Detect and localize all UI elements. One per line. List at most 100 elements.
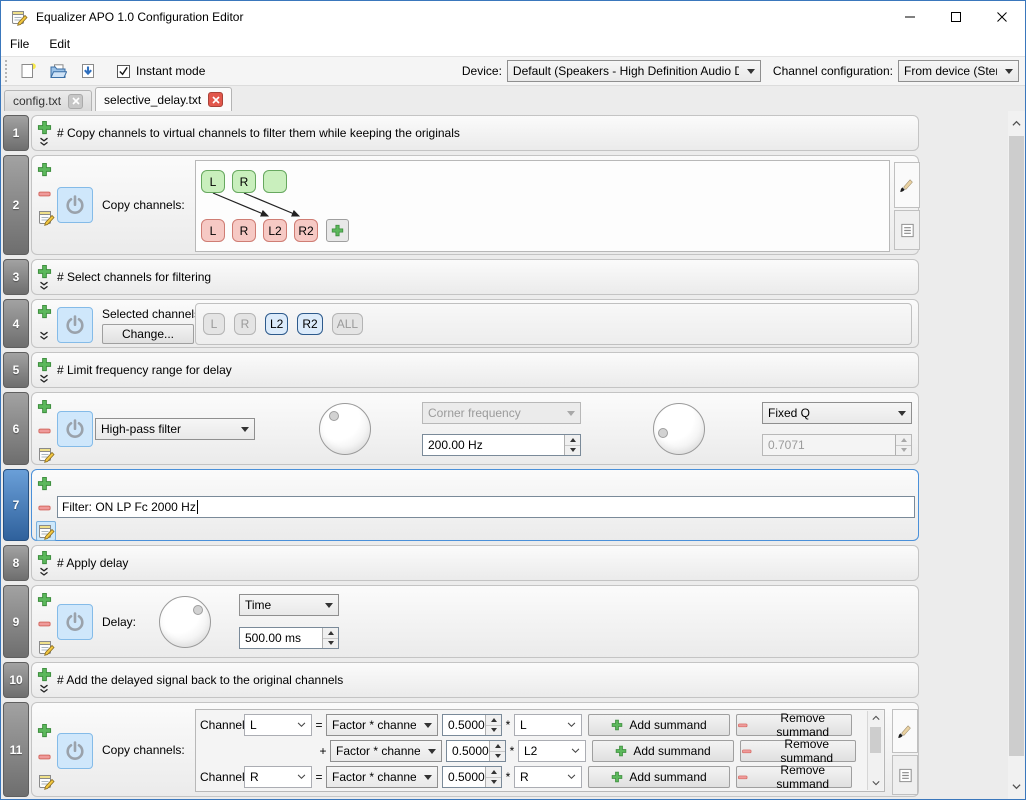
row-panel-command-edit[interactable]: Filter: ON LP Fc 2000 Hz <box>31 469 919 541</box>
device-select[interactable]: Default (Speakers - High Definition Audi… <box>507 60 761 82</box>
tab-close-icon[interactable] <box>208 92 223 107</box>
minimize-button[interactable] <box>887 1 933 33</box>
collapse-icon[interactable] <box>39 567 49 577</box>
row-number[interactable]: 4 <box>3 299 29 348</box>
instant-mode-checkbox[interactable] <box>117 65 130 78</box>
factor-spinbox[interactable]: 0.5000 <box>442 714 502 736</box>
row-number[interactable]: 5 <box>3 352 29 388</box>
command-input[interactable]: Filter: ON LP Fc 2000 Hz <box>57 496 915 518</box>
instant-mode-toggle[interactable]: Instant mode <box>117 64 205 78</box>
spinner-buttons[interactable] <box>485 767 501 787</box>
remove-row-icon[interactable] <box>37 500 52 515</box>
remove-row-icon[interactable] <box>37 186 52 201</box>
row-panel-comment[interactable]: # Copy channels to virtual channels to f… <box>31 115 919 151</box>
list-view-button[interactable] <box>894 210 920 250</box>
remove-row-icon[interactable] <box>37 749 52 764</box>
row-number[interactable]: 8 <box>3 545 29 581</box>
channel-option-selected[interactable]: R2 <box>297 313 322 335</box>
list-view-button[interactable] <box>892 755 918 795</box>
new-file-button[interactable] <box>14 58 41 84</box>
row-panel-comment[interactable]: # Limit frequency range for delay <box>31 352 919 388</box>
add-row-icon[interactable] <box>37 550 52 565</box>
add-row-icon[interactable] <box>37 264 52 279</box>
filter-type-select[interactable]: High-pass filter <box>95 418 255 440</box>
add-summand-button[interactable]: Add summand <box>588 766 730 788</box>
row-number[interactable]: 2 <box>3 155 29 255</box>
delay-unit-select[interactable]: Time <box>239 594 339 616</box>
frequency-spinbox[interactable]: 200.00 Hz <box>422 434 581 456</box>
add-row-icon[interactable] <box>37 120 52 135</box>
row-number-selected[interactable]: 7 <box>3 469 29 541</box>
source-channel-select[interactable]: R <box>514 766 582 788</box>
scrollbar-thumb[interactable] <box>870 727 881 753</box>
toolbar-handle[interactable] <box>5 60 11 82</box>
power-toggle[interactable] <box>57 187 93 223</box>
change-channels-button[interactable]: Change... <box>102 324 194 344</box>
collapse-icon[interactable] <box>39 684 49 694</box>
delay-knob[interactable] <box>159 596 211 648</box>
row-panel-copy-channels-2[interactable]: Copy channels: Channel L = Factor * chan… <box>31 702 919 797</box>
collapse-icon[interactable] <box>39 331 49 341</box>
spinner-buttons[interactable] <box>489 741 505 761</box>
q-knob[interactable] <box>653 403 705 455</box>
add-row-icon[interactable] <box>37 162 52 177</box>
row-panel-copy-channels[interactable]: Copy channels: L R L R L2 R2 <box>31 155 919 255</box>
close-button[interactable] <box>979 1 1025 33</box>
scroll-up-icon[interactable] <box>1008 115 1025 132</box>
scrollbar-thumb[interactable] <box>1009 136 1024 756</box>
edit-row-button[interactable] <box>36 637 56 657</box>
target-channel-box[interactable]: R2 <box>294 219 318 242</box>
q-spinbox[interactable]: 0.7071 <box>762 434 912 456</box>
summand-scrollbar[interactable] <box>867 711 883 790</box>
tab-selective-delay[interactable]: selective_delay.txt <box>95 87 232 111</box>
scroll-up-icon[interactable] <box>868 711 883 725</box>
power-toggle[interactable] <box>57 733 93 769</box>
add-channel-button[interactable] <box>326 219 349 242</box>
add-row-icon[interactable] <box>37 667 52 682</box>
row-panel-filter[interactable]: High-pass filter Corner frequency 200.00… <box>31 392 919 465</box>
summand-mode-select[interactable]: Factor * channel <box>326 766 438 788</box>
add-row-icon[interactable] <box>37 723 52 738</box>
channel-option-selected[interactable]: L2 <box>265 313 288 335</box>
scroll-down-icon[interactable] <box>1008 778 1025 795</box>
spinner-buttons[interactable] <box>564 435 580 455</box>
graph-view-button[interactable] <box>892 709 918 753</box>
row-panel-comment[interactable]: # Select channels for filtering <box>31 259 919 295</box>
collapse-icon[interactable] <box>39 281 49 291</box>
add-row-icon[interactable] <box>37 476 52 491</box>
factor-spinbox[interactable]: 0.5000 <box>442 766 502 788</box>
edit-row-button[interactable] <box>36 444 56 464</box>
open-file-button[interactable] <box>44 58 71 84</box>
frequency-knob[interactable] <box>319 403 371 455</box>
tab-close-icon[interactable] <box>68 94 83 109</box>
power-toggle[interactable] <box>57 411 93 447</box>
power-toggle[interactable] <box>57 604 93 640</box>
save-file-button[interactable] <box>74 58 101 84</box>
summand-mode-select[interactable]: Factor * channel <box>330 740 442 762</box>
source-channel-box[interactable] <box>263 170 287 193</box>
source-channel-box[interactable]: R <box>232 170 256 193</box>
row-panel-delay[interactable]: Delay: Time 500.00 ms <box>31 585 919 658</box>
menu-file[interactable]: File <box>1 34 39 55</box>
row-number[interactable]: 9 <box>3 585 29 658</box>
q-param-select[interactable]: Fixed Q <box>762 402 912 424</box>
add-row-icon[interactable] <box>37 304 52 319</box>
add-row-icon[interactable] <box>37 399 52 414</box>
summand-mode-select[interactable]: Factor * channel <box>326 714 438 736</box>
spinner-buttons[interactable] <box>485 715 501 735</box>
edit-row-button-active[interactable] <box>36 521 56 541</box>
channel-config-select[interactable]: From device (Stereo) <box>898 60 1019 82</box>
source-channel-select[interactable]: L <box>514 714 582 736</box>
main-scrollbar[interactable] <box>1008 111 1025 799</box>
row-number[interactable]: 3 <box>3 259 29 295</box>
menu-edit[interactable]: Edit <box>39 34 80 55</box>
row-panel-comment[interactable]: # Apply delay <box>31 545 919 581</box>
row-number[interactable]: 1 <box>3 115 29 151</box>
channel-option[interactable]: R <box>234 313 256 335</box>
target-channel-box[interactable]: L <box>201 219 225 242</box>
row-number[interactable]: 11 <box>3 702 29 797</box>
add-summand-button[interactable]: Add summand <box>592 740 734 762</box>
source-channel-box[interactable]: L <box>201 170 225 193</box>
remove-summand-button[interactable]: Remove summand <box>736 766 852 788</box>
target-channel-select[interactable]: R <box>244 766 312 788</box>
